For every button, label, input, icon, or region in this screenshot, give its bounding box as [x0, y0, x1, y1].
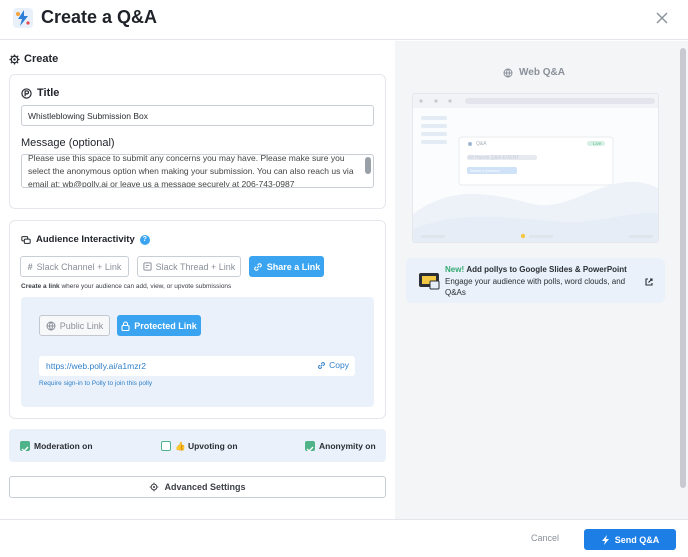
modal-header: Create a Q&A: [0, 0, 688, 40]
promo-subline: Engage your audience with polls, word cl…: [445, 276, 626, 298]
copy-button[interactable]: Copy: [317, 360, 349, 370]
globe-icon: [46, 321, 56, 331]
link-settings-box: [21, 297, 374, 407]
textarea-scrollbar[interactable]: [365, 157, 371, 174]
upvoting-label: 👍 Upvoting on: [175, 441, 238, 451]
moderation-checkbox[interactable]: [20, 441, 30, 452]
external-link-icon[interactable]: [644, 277, 654, 287]
promo-text: New! Add pollys to Google Slides & Power…: [445, 264, 635, 299]
slack-channel-button[interactable]: # Slack Channel + Link: [20, 256, 129, 277]
share-link-label: Share a Link: [266, 261, 321, 272]
message-label: Message (optional): [21, 137, 115, 149]
audience-label: Audience Interactivity ?: [21, 234, 150, 245]
preview-title-text: Web Q&A: [519, 67, 565, 78]
promo-banner[interactable]: New! Add pollys to Google Slides & Power…: [406, 258, 665, 303]
signin-note: Require sign-in to Polly to join this po…: [39, 380, 153, 387]
upvoting-checkbox[interactable]: [161, 441, 171, 451]
hash-icon: #: [27, 261, 33, 272]
web-preview-mockup: Q&A Live All Hands Q&A EVENT Submit a Qu…: [412, 93, 659, 243]
copy-label: Copy: [329, 360, 349, 370]
polly-p-icon: [21, 87, 32, 99]
mock-heading: All Hands Q&A EVENT: [468, 155, 520, 161]
gear-icon: [9, 53, 20, 65]
anonymity-label: Anonymity on: [319, 441, 376, 451]
moderation-label: Moderation on: [34, 441, 93, 451]
thread-icon: [143, 262, 152, 271]
slack-channel-label: Slack Channel + Link: [36, 261, 122, 272]
polly-logo: [13, 8, 33, 28]
globe-icon: [503, 68, 513, 78]
title-label-text: Title: [37, 87, 60, 99]
gear-icon: [150, 482, 159, 492]
help-icon[interactable]: ?: [139, 234, 150, 245]
preview-title: Web Q&A: [503, 67, 565, 78]
share-hint-bold: Create a link: [21, 283, 60, 290]
close-icon[interactable]: [654, 10, 670, 26]
anonymity-checkbox[interactable]: [305, 441, 315, 452]
check-icon: [306, 446, 314, 452]
cancel-button[interactable]: Cancel: [531, 533, 559, 543]
protected-link-button[interactable]: Protected Link: [117, 315, 201, 336]
message-textarea[interactable]: Please use this space to submit any conc…: [21, 154, 374, 188]
advanced-settings-button[interactable]: Advanced Settings: [9, 476, 386, 498]
mock-button: Submit a Question: [470, 169, 500, 173]
title-label: Title: [21, 87, 59, 99]
send-label: Send Q&A: [614, 534, 660, 545]
lock-icon: [121, 320, 130, 331]
advanced-settings-label: Advanced Settings: [164, 482, 246, 492]
public-link-button[interactable]: Public Link: [39, 315, 110, 336]
title-input[interactable]: Whistleblowing Submission Box: [21, 105, 374, 126]
share-hint: Create a link where your audience can ad…: [21, 283, 231, 290]
share-url-field[interactable]: https://web.polly.ai/a1mzr2 Copy: [39, 356, 355, 376]
create-section-title: Create: [9, 53, 58, 65]
check-icon: [21, 446, 29, 452]
promo-new-badge: New!: [445, 265, 465, 274]
chat-bubbles-icon: [21, 235, 31, 244]
mock-status: Live: [593, 141, 602, 146]
mock-card-title: Q&A: [476, 141, 487, 147]
share-link-button[interactable]: Share a Link: [249, 256, 324, 277]
protected-link-label: Protected Link: [134, 320, 197, 331]
public-link-label: Public Link: [59, 320, 104, 331]
link-icon: [253, 262, 262, 271]
slack-thread-button[interactable]: Slack Thread + Link: [137, 256, 241, 277]
bolt-icon: [601, 534, 609, 545]
audience-label-text: Audience Interactivity: [36, 234, 135, 245]
panel-scrollbar[interactable]: [680, 48, 686, 488]
slack-thread-label: Slack Thread + Link: [155, 261, 236, 272]
modal-title: Create a Q&A: [41, 7, 158, 27]
create-label: Create: [24, 53, 59, 65]
share-url: https://web.polly.ai/a1mzr2: [46, 361, 146, 371]
preview-illustration: [413, 94, 658, 242]
slides-icon: [419, 273, 440, 290]
promo-headline: Add pollys to Google Slides & PowerPoint: [466, 265, 627, 274]
send-button[interactable]: Send Q&A: [584, 529, 676, 550]
share-hint-rest: where your audience can add, view, or up…: [59, 283, 232, 290]
copy-link-icon: [318, 361, 326, 369]
message-text: Please use this space to submit any conc…: [28, 154, 354, 188]
